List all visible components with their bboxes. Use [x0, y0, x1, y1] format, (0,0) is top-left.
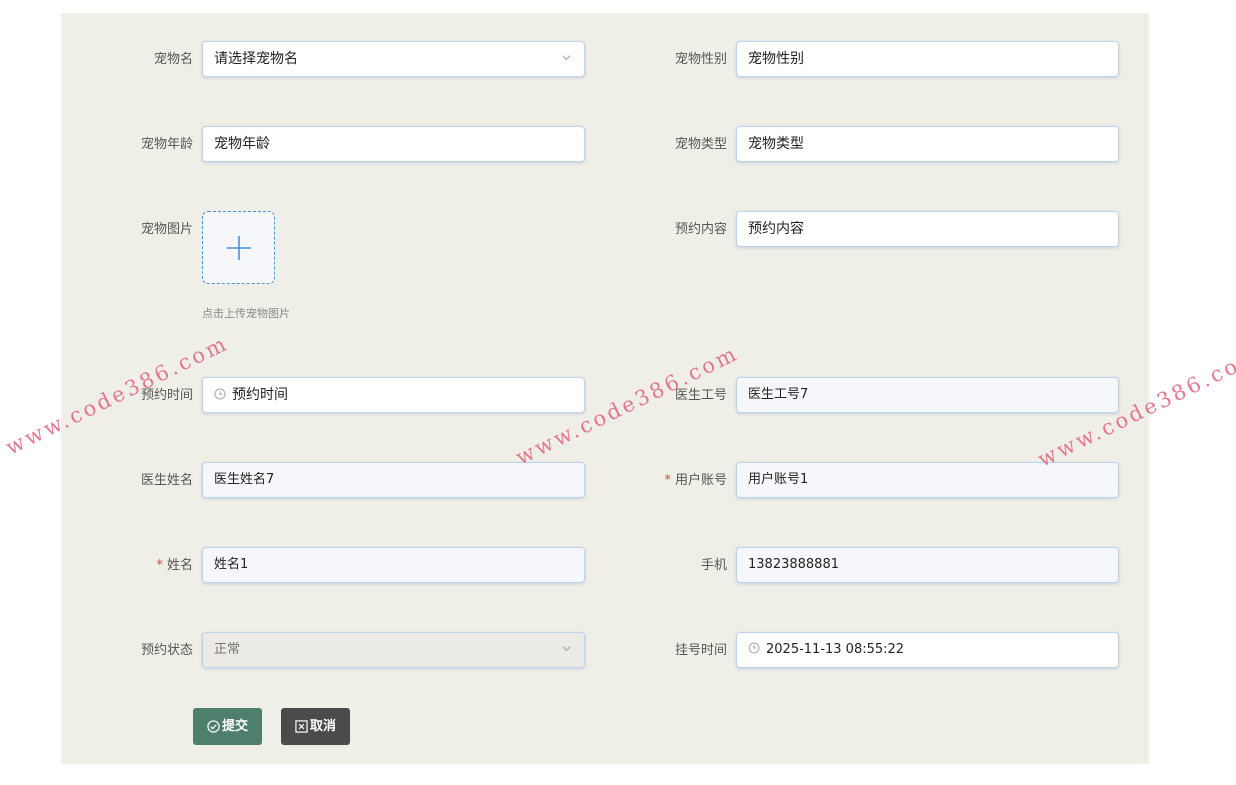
registration-time-value: 2025-11-13 08:55:22	[766, 642, 905, 657]
clock-icon	[748, 642, 760, 654]
pet-image-uploader[interactable]	[202, 211, 275, 284]
appointment-status-label: 预约状态	[140, 643, 193, 658]
close-square-icon	[295, 720, 308, 733]
pet-gender-input[interactable]: 宠物性别	[736, 41, 1119, 77]
phone-input[interactable]: 13823888881	[736, 547, 1119, 583]
name-label-text: 姓名	[166, 558, 193, 573]
required-mark: *	[664, 473, 671, 488]
appointment-status-value: 正常	[214, 642, 241, 657]
appointment-content-input[interactable]: 预约内容	[736, 211, 1119, 247]
pet-name-label: 宠物名	[153, 52, 193, 67]
doctor-name-label: 医生姓名	[140, 473, 193, 488]
doctor-id-input[interactable]: 医生工号7	[736, 377, 1119, 413]
pet-gender-label: 宠物性别	[674, 52, 727, 67]
appointment-time-picker[interactable]: 预约时间	[202, 377, 585, 413]
check-circle-icon	[207, 720, 220, 733]
upload-hint: 点击上传宠物图片	[202, 307, 290, 320]
plus-icon	[227, 236, 251, 260]
pet-age-label: 宠物年龄	[140, 137, 193, 152]
submit-button-label: 提交	[221, 719, 248, 734]
appointment-status-select[interactable]: 正常	[202, 632, 585, 668]
pet-name-select[interactable]: 请选择宠物名	[202, 41, 585, 77]
pet-image-label: 宠物图片	[140, 222, 193, 237]
user-account-input[interactable]: 用户账号1	[736, 462, 1119, 498]
pet-type-input[interactable]: 宠物类型	[736, 126, 1119, 162]
appointment-content-label: 预约内容	[674, 222, 727, 237]
registration-time-picker[interactable]: 2025-11-13 08:55:22	[736, 632, 1119, 668]
user-account-label: * 用户账号	[595, 473, 727, 489]
pet-type-label: 宠物类型	[674, 137, 727, 152]
pet-name-select-value: 请选择宠物名	[214, 51, 298, 67]
required-mark: *	[156, 558, 163, 573]
chevron-down-icon	[562, 646, 571, 652]
cancel-button-label: 取消	[309, 719, 336, 734]
cancel-button[interactable]: 取消	[281, 708, 350, 745]
registration-time-label: 挂号时间	[674, 643, 727, 658]
chevron-down-icon	[562, 55, 571, 61]
name-input[interactable]: 姓名1	[202, 547, 585, 583]
submit-button[interactable]: 提交	[193, 708, 262, 745]
phone-label: 手机	[700, 558, 727, 573]
user-account-label-text: 用户账号	[674, 473, 727, 488]
appointment-time-value: 预约时间	[232, 387, 288, 403]
clock-icon	[214, 388, 226, 400]
name-label: * 姓名	[61, 558, 193, 574]
doctor-name-input[interactable]: 医生姓名7	[202, 462, 585, 498]
pet-age-input[interactable]: 宠物年龄	[202, 126, 585, 162]
